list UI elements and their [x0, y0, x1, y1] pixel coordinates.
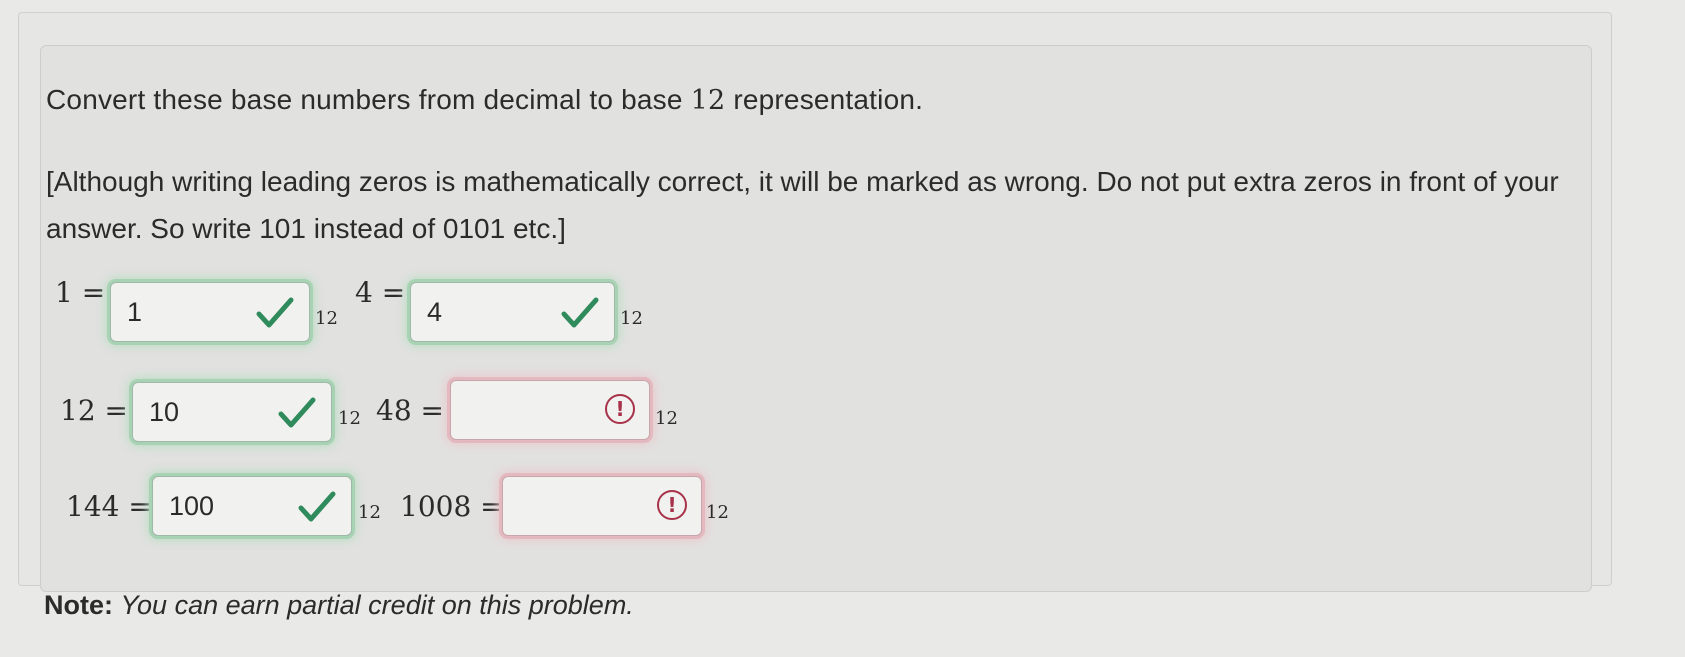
- base-subscript: 12: [315, 308, 338, 329]
- check-icon: [561, 297, 599, 328]
- base-subscript: 12: [338, 408, 361, 429]
- check-icon: [256, 297, 294, 328]
- base-subscript: 12: [358, 502, 381, 523]
- lhs-value: 12 =: [60, 394, 129, 427]
- answer-input-2[interactable]: 4: [410, 282, 615, 342]
- answer-input-6[interactable]: !: [502, 476, 702, 536]
- answer-value: 10: [149, 397, 180, 427]
- answer-input-3[interactable]: 10: [132, 382, 332, 442]
- check-icon: [278, 397, 316, 428]
- answer-value: 1: [127, 297, 143, 327]
- check-icon: [298, 491, 336, 522]
- lhs-value: 4 =: [355, 276, 406, 309]
- lhs-value: 48 =: [376, 394, 445, 427]
- answer-value: 4: [427, 297, 443, 327]
- problem-prompt: Convert these base numbers from decimal …: [46, 84, 924, 116]
- answer-input-4[interactable]: !: [450, 380, 650, 440]
- answer-input-1[interactable]: 1: [110, 282, 310, 342]
- lhs-value: 1 =: [55, 276, 106, 309]
- answer-value: 100: [169, 491, 215, 521]
- base-subscript: 12: [655, 408, 678, 429]
- lhs-value: 1008 =: [400, 490, 504, 523]
- prompt-base: 12: [690, 85, 726, 116]
- base-subscript: 12: [706, 502, 729, 523]
- answer-input-5[interactable]: 100: [152, 476, 352, 536]
- lhs-value: 144 =: [66, 490, 152, 523]
- warning-icon: !: [605, 394, 635, 424]
- base-subscript: 12: [620, 308, 643, 329]
- partial-credit-note: Note: You can earn partial credit on thi…: [44, 590, 634, 620]
- warning-icon: !: [657, 490, 687, 520]
- problem-instructions: [Although writing leading zeros is mathe…: [46, 166, 1559, 244]
